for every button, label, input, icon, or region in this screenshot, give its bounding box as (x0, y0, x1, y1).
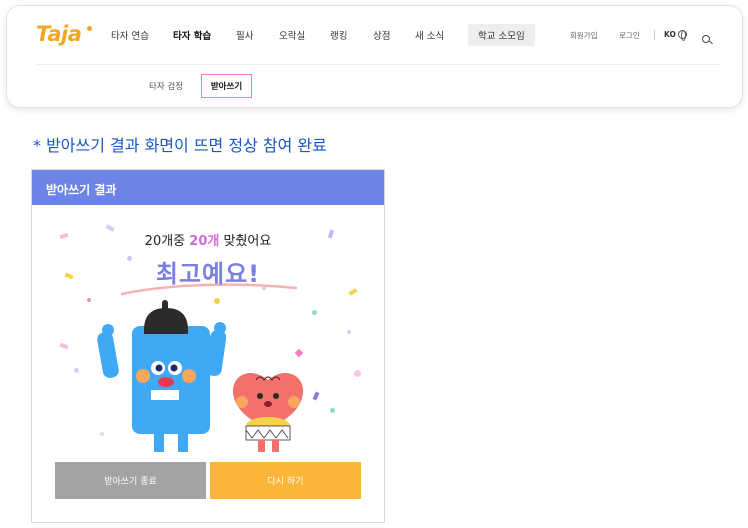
nav-divider (36, 64, 721, 65)
nav-item-shop[interactable]: 상점 (373, 28, 390, 42)
result-title: 받아쓰기 결과 (32, 170, 384, 205)
dictation-result-panel: 받아쓰기 결과 20개중 20개 맞췄어요 최고예요! 받아쓰기 종료 다시 하… (31, 169, 385, 523)
confetti-piece (354, 370, 361, 377)
login-link[interactable]: 로그인 (619, 30, 640, 41)
subnav-item-dictation[interactable]: 받아쓰기 (201, 74, 252, 98)
score-suffix: 맞췄어요 (223, 234, 272, 249)
site-header: Taja 타자 연습 타자 학습 필사 오락실 랭킹 상점 새 소식 학교 소모… (6, 5, 743, 108)
score-prefix: 20개중 (144, 234, 186, 249)
language-code: KO (664, 30, 676, 39)
confetti-piece (330, 408, 335, 413)
util-divider (654, 30, 655, 40)
score-summary: 20개중 20개 맞췄어요 (32, 230, 384, 249)
search-icon[interactable] (702, 35, 710, 43)
end-dictation-button[interactable]: 받아쓰기 종료 (55, 462, 206, 499)
main-nav: 타자 연습 타자 학습 필사 오락실 랭킹 상점 새 소식 학교 소모임 회원가… (7, 6, 742, 58)
praise-message: 최고예요! (155, 260, 261, 288)
nav-item-school-group[interactable]: 학교 소모임 (468, 24, 535, 46)
confetti-piece (312, 391, 320, 401)
score-value: 20개 (189, 234, 220, 249)
nav-item-news[interactable]: 새 소식 (415, 28, 444, 42)
nav-item-transcription[interactable]: 필사 (236, 28, 253, 42)
globe-icon (677, 30, 687, 41)
completion-notice: * 받아쓰기 결과 화면이 뜨면 정상 참여 완료 (33, 136, 327, 155)
confetti-piece (348, 288, 358, 296)
signup-link[interactable]: 회원가입 (570, 30, 598, 41)
confetti-piece (312, 310, 317, 315)
nav-item-typing-learning[interactable]: 타자 학습 (170, 28, 214, 43)
retry-button[interactable]: 다시 하기 (210, 462, 361, 499)
nav-item-arcade[interactable]: 오락실 (279, 28, 305, 42)
confetti-piece (74, 368, 79, 373)
nav-item-ranking[interactable]: 랭킹 (330, 28, 347, 42)
language-selector[interactable]: KO (664, 30, 687, 41)
red-character-illustration (232, 373, 304, 452)
confetti-piece (59, 342, 69, 350)
blue-character-illustration (97, 300, 226, 452)
confetti-piece (294, 348, 304, 358)
confetti-piece (347, 330, 351, 334)
nav-item-typing-practice[interactable]: 타자 연습 (111, 28, 149, 42)
subnav-item-typing-test[interactable]: 타자 검정 (149, 80, 183, 92)
confetti-piece (87, 298, 91, 302)
